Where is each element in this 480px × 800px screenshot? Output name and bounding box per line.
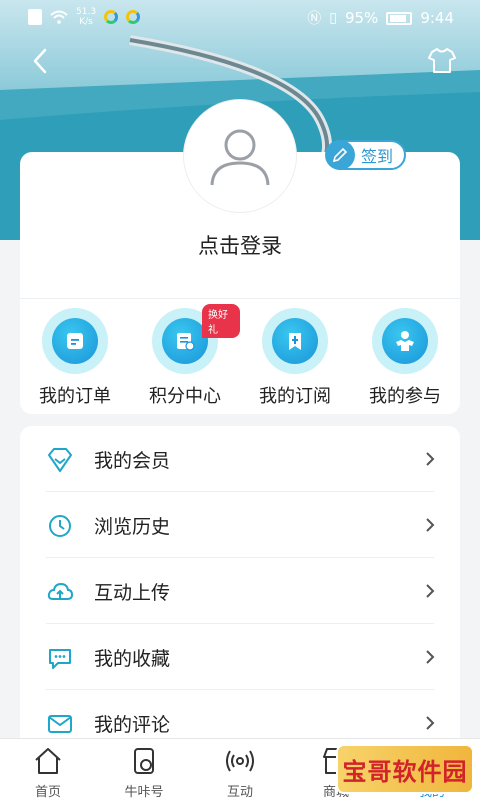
diamond-icon (48, 448, 72, 472)
menu-item-membership[interactable]: 我的会员 (20, 426, 460, 492)
quick-action-label: 我的订阅 (259, 386, 331, 407)
checkin-label: 签到 (361, 147, 394, 166)
clock-time: 9:44 (420, 9, 454, 27)
tab-niukahao[interactable]: 牛咔号 (96, 739, 192, 800)
clock-icon (49, 515, 71, 537)
quick-action-label: 积分中心 (149, 386, 221, 407)
quick-action-label: 我的参与 (369, 386, 441, 407)
chevron-right-icon (426, 650, 435, 664)
quick-action-participation[interactable]: 我的参与 (350, 306, 460, 410)
order-icon (67, 333, 83, 349)
broadcast-icon (226, 750, 254, 772)
menu-item-label: 互动上传 (94, 581, 171, 604)
menu-item-history[interactable]: 浏览历史 (20, 492, 460, 558)
tab-label: 首页 (34, 785, 61, 800)
notification-icon (28, 9, 42, 25)
pen-icon (325, 140, 355, 170)
mail-icon (48, 715, 72, 733)
menu-item-label: 我的收藏 (94, 647, 171, 670)
back-arrow-icon[interactable] (26, 46, 56, 76)
tab-interaction[interactable]: 互动 (192, 739, 288, 800)
menu-item-favorites[interactable]: 我的收藏 (20, 624, 460, 690)
doc-icon (134, 748, 154, 774)
quick-action-label: 我的订单 (39, 386, 111, 407)
user-placeholder-icon (210, 129, 270, 186)
app-notification-icon (126, 10, 141, 24)
battery-icon (386, 11, 413, 25)
quick-action-subscriptions[interactable]: 我的订阅 (240, 306, 350, 410)
battery-percent: 95% (344, 9, 379, 27)
chevron-right-icon (426, 584, 435, 598)
checkin-button[interactable]: 签到 (325, 140, 406, 170)
chevron-right-icon (426, 716, 435, 730)
quick-actions: 我的订单 换好礼 积分中心 我的订阅 我的参与 (20, 304, 460, 410)
bookmark-icon (289, 333, 301, 350)
quick-action-points[interactable]: 换好礼 积分中心 (130, 304, 240, 410)
cloud-upload-icon (47, 582, 74, 600)
chevron-right-icon (426, 518, 435, 532)
promo-badge: 换好礼 (202, 304, 240, 338)
quick-action-orders[interactable]: 我的订单 (20, 306, 130, 410)
menu-item-label: 我的评论 (94, 713, 171, 736)
participate-icon (396, 331, 414, 351)
avatar[interactable] (184, 100, 296, 212)
nfc-icon: Ⓝ (307, 11, 322, 27)
network-speed: 51.3 K/s (76, 7, 97, 27)
login-prompt[interactable]: 点击登录 (0, 230, 480, 260)
chevron-right-icon (426, 452, 435, 466)
watermark-logo: 宝哥软件园 (336, 744, 474, 794)
tab-label: 牛咔号 (124, 785, 164, 800)
divider (20, 298, 460, 299)
menu-item-label: 浏览历史 (94, 515, 171, 538)
chat-icon (49, 649, 71, 669)
home-icon (35, 748, 61, 774)
menu-item-label: 我的会员 (94, 449, 171, 472)
app-notification-icon (104, 10, 119, 24)
tab-label: 互动 (226, 785, 253, 800)
menu-item-upload[interactable]: 互动上传 (20, 558, 460, 624)
tshirt-icon[interactable] (426, 44, 458, 76)
vibrate-icon: ▯ (329, 10, 337, 26)
menu-list: 我的会员 浏览历史 互动上传 我的收藏 我的评论 (20, 426, 460, 756)
status-bar: 51.3 K/s Ⓝ ▯ 95% 9:44 (0, 0, 480, 34)
points-icon (177, 333, 195, 351)
wifi-icon (50, 10, 68, 24)
tab-home[interactable]: 首页 (0, 739, 96, 800)
